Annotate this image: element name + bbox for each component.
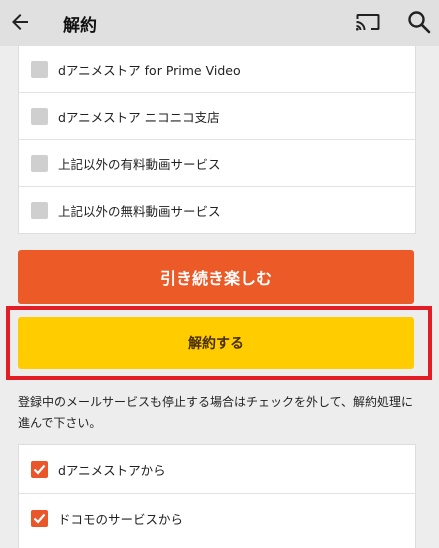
checkbox-unchecked[interactable] — [31, 60, 48, 78]
list-item[interactable]: 上記以外の有料動画サービス — [19, 140, 415, 187]
search-icon[interactable] — [406, 9, 432, 35]
list-item-label: dアニメストア for Prime Video — [58, 62, 241, 78]
cancel-subscription-button[interactable]: 解約する — [18, 317, 414, 369]
cast-icon[interactable] — [355, 10, 381, 34]
list-item[interactable]: dアニメストアから — [19, 445, 415, 494]
list-item[interactable]: ドコモのサービスから — [19, 494, 415, 542]
checkbox-unchecked[interactable] — [31, 201, 48, 219]
checkbox-checked[interactable] — [31, 509, 48, 527]
checkbox-unchecked[interactable] — [31, 107, 48, 125]
list-item-label: 上記以外の有料動画サービス — [58, 156, 221, 172]
mail-checkbox-list: dアニメストアから ドコモのサービスから — [18, 444, 416, 548]
list-item[interactable]: 上記以外の無料動画サービス — [19, 187, 415, 233]
app-bar: 解約 — [0, 0, 439, 46]
list-item[interactable]: dアニメストア ニコニコ支店 — [19, 93, 415, 140]
list-item[interactable]: dアニメストア for Prime Video — [19, 46, 415, 93]
continue-button[interactable]: 引き続き楽しむ — [18, 250, 414, 304]
page-title: 解約 — [63, 16, 97, 36]
arrow-back-icon[interactable] — [8, 10, 32, 34]
list-item-label: dアニメストア ニコニコ支店 — [58, 109, 220, 125]
check-icon — [33, 513, 46, 524]
service-checkbox-list: dアニメストア for Prime Video dアニメストア ニコニコ支店 上… — [18, 46, 416, 234]
checkbox-checked[interactable] — [31, 460, 48, 478]
check-icon — [33, 464, 46, 475]
checkbox-unchecked[interactable] — [31, 154, 48, 172]
mail-note-text: 登録中のメールサービスも停止する場合はチェックを外して、解約処理に進んで下さい。 — [18, 395, 414, 430]
list-item-label: dアニメストアから — [58, 462, 166, 478]
list-item-label: 上記以外の無料動画サービス — [58, 203, 221, 219]
list-item-label: ドコモのサービスから — [58, 511, 184, 527]
